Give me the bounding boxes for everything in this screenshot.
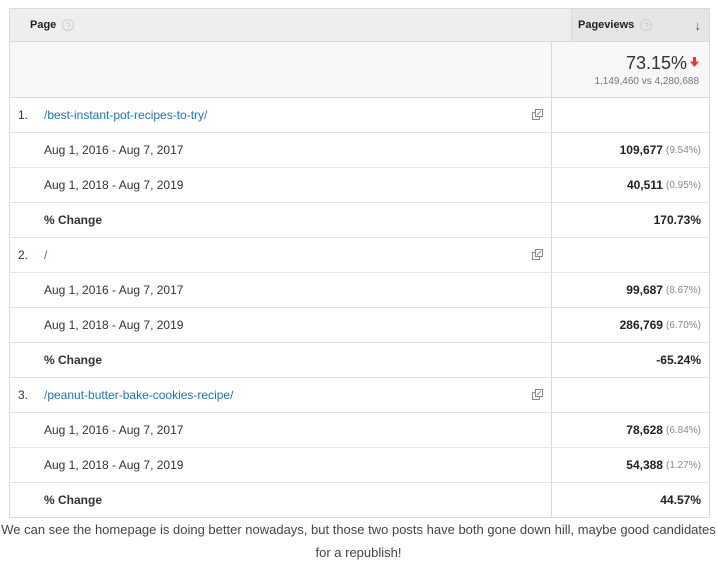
pageviews-column-header[interactable]: Pageviews ? ↓ (571, 9, 709, 41)
help-icon[interactable]: ? (640, 19, 653, 31)
pageviews-value: 99,687 (626, 283, 663, 297)
pageviews-value: 78,628 (626, 423, 663, 437)
table-row: % Change -65.24% (10, 343, 709, 378)
table-row: % Change 170.73% (10, 203, 709, 238)
date-range-label: Aug 1, 2018 - Aug 7, 2019 (44, 178, 184, 192)
summary-spacer (10, 42, 551, 97)
table-row: 3. /peanut-butter-bake-cookies-recipe/ (10, 378, 709, 413)
pageviews-cell: 170.73% (551, 203, 709, 237)
total-change: 73.15% (626, 53, 699, 74)
table-row: Aug 1, 2018 - Aug 7, 2019 286,769 (6.70%… (10, 308, 709, 343)
pageviews-percent: (9.54%) (665, 144, 701, 156)
pageviews-percent: (0.95%) (665, 179, 701, 191)
summary-row: 73.15% 1,149,460 vs 4,280,688 (10, 42, 709, 98)
page-column-header[interactable]: Page ? (10, 9, 571, 41)
pageviews-cell: 40,511 (0.95%) (551, 168, 709, 202)
pageviews-cell: 54,388 (1.27%) (551, 448, 709, 482)
date-range-label: Aug 1, 2018 - Aug 7, 2019 (44, 318, 184, 332)
table-row: Aug 1, 2016 - Aug 7, 2017 109,677 (9.54%… (10, 133, 709, 168)
change-label: % Change (44, 493, 103, 507)
pageviews-cell: 78,628 (6.84%) (551, 413, 709, 447)
pageviews-value: 109,677 (619, 143, 663, 157)
table-header: Page ? Pageviews ? ↓ (10, 9, 709, 42)
table-row: % Change 44.57% (10, 483, 709, 517)
down-arrow-icon (690, 56, 699, 70)
pageviews-percent: (8.67%) (665, 284, 701, 296)
pageviews-cell: 286,769 (6.70%) (551, 308, 709, 342)
pageviews-percent: (6.84%) (665, 424, 701, 436)
date-range-label: Aug 1, 2016 - Aug 7, 2017 (44, 423, 184, 437)
help-icon[interactable]: ? (62, 19, 75, 31)
row-index: 2. (18, 248, 29, 262)
page-path-link[interactable]: / (44, 248, 47, 262)
date-range-label: Aug 1, 2016 - Aug 7, 2017 (44, 283, 184, 297)
page-cell: 3. /peanut-butter-bake-cookies-recipe/ (10, 378, 551, 412)
change-label: % Change (44, 213, 103, 227)
total-comparison: 1,149,460 vs 4,280,688 (594, 75, 699, 87)
pageviews-cell: 99,687 (8.67%) (551, 273, 709, 307)
change-label: % Change (44, 353, 103, 367)
table-row: Aug 1, 2018 - Aug 7, 2019 40,511 (0.95%) (10, 168, 709, 203)
pageviews-percent: (1.27%) (665, 459, 701, 471)
pageviews-value: 54,388 (626, 458, 663, 472)
pageviews-cell: -65.24% (551, 343, 709, 377)
pageviews-cell (551, 238, 709, 272)
page-path-link[interactable]: /peanut-butter-bake-cookies-recipe/ (44, 388, 233, 402)
sort-descending-icon[interactable]: ↓ (695, 18, 702, 33)
pageviews-value: 40,511 (626, 178, 663, 192)
date-range-label: Aug 1, 2018 - Aug 7, 2019 (44, 458, 184, 472)
open-in-new-window-icon[interactable] (532, 249, 543, 260)
pageviews-cell: 44.57% (551, 483, 709, 517)
table-row: 1. /best-instant-pot-recipes-to-try/ (10, 98, 709, 133)
pageviews-cell (551, 98, 709, 132)
page-cell: 1. /best-instant-pot-recipes-to-try/ (10, 98, 551, 132)
table-row: Aug 1, 2016 - Aug 7, 2017 99,687 (8.67%) (10, 273, 709, 308)
page-column-label: Page (30, 19, 57, 31)
change-value: 44.57% (660, 493, 701, 507)
row-index: 1. (18, 108, 29, 122)
caption-text: We can see the homepage is doing better … (1, 522, 716, 560)
pageviews-cell: 109,677 (9.54%) (551, 133, 709, 167)
change-value: -65.24% (656, 353, 701, 367)
pageviews-value: 286,769 (619, 318, 663, 332)
pageviews-percent: (6.70%) (665, 319, 701, 331)
page-path-link[interactable]: /best-instant-pot-recipes-to-try/ (44, 108, 207, 122)
table-row: Aug 1, 2018 - Aug 7, 2019 54,388 (1.27%) (10, 448, 709, 483)
row-index: 3. (18, 388, 29, 402)
open-in-new-window-icon[interactable] (532, 109, 543, 120)
pageviews-column-label: Pageviews (578, 19, 635, 31)
pageviews-cell (551, 378, 709, 412)
change-value: 170.73% (653, 213, 701, 227)
table-row: Aug 1, 2016 - Aug 7, 2017 78,628 (6.84%) (10, 413, 709, 448)
total-change-value: 73.15% (625, 52, 687, 73)
open-in-new-window-icon[interactable] (532, 389, 543, 400)
table-row: 2. / (10, 238, 709, 273)
pageviews-report-table: Page ? Pageviews ? ↓ 73.15% 1,149,460 vs… (9, 8, 710, 518)
date-range-label: Aug 1, 2016 - Aug 7, 2017 (44, 143, 184, 157)
summary-totals: 73.15% 1,149,460 vs 4,280,688 (551, 42, 709, 97)
page-cell: 2. / (10, 238, 551, 272)
